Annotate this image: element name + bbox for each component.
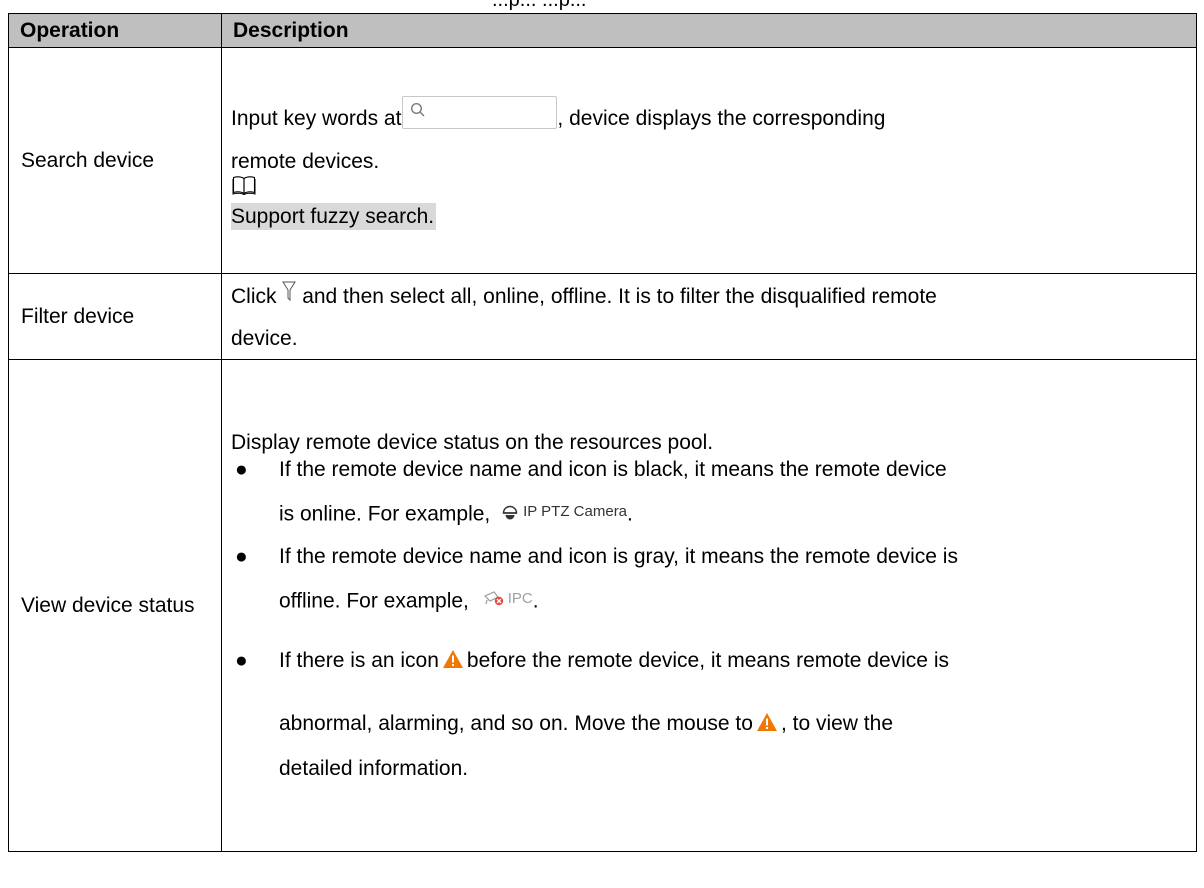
description-cell: Display remote device status on the reso… <box>221 359 1197 852</box>
text-segment: before the remote device, it means remot… <box>466 649 949 672</box>
bullet-dot: ● <box>235 649 248 672</box>
table-row: Search device Input key words at , device… <box>8 47 1197 274</box>
filter-icon <box>282 281 297 302</box>
camera-icon <box>502 505 518 519</box>
list-item-line: If there is an icon before the remote dev… <box>279 629 1184 692</box>
list-item: ● If the remote device name and icon is … <box>231 543 1184 630</box>
list-item-line: If the remote device name and icon is gr… <box>279 544 958 568</box>
text-segment: , device displays the corresponding <box>557 107 886 130</box>
list-item-line: If the remote device name and icon is bl… <box>279 458 947 481</box>
list-item-line: detailed information. <box>279 757 469 780</box>
warning-icon <box>756 713 777 731</box>
operation-cell: View device status <box>8 359 222 852</box>
operations-table: Operation Description Search device Inpu… <box>8 13 1197 852</box>
text-segment: abnormal, alarming, and so on. Move the … <box>279 712 753 735</box>
list-item-line: offline. For example, IPC . <box>279 570 1184 630</box>
text-segment: . <box>627 502 633 526</box>
device-name: IP PTZ Camera <box>523 503 628 520</box>
description-line: device. <box>231 327 298 350</box>
description-line: remote devices. <box>231 150 380 173</box>
search-icon <box>411 102 425 117</box>
text-segment: is online. For example, <box>279 502 491 526</box>
header-description: Description <box>221 13 1197 48</box>
bullet-dot: ● <box>235 544 248 568</box>
bullet-dot: ● <box>235 458 248 481</box>
list-item: ● If there is an icon before the remote d… <box>231 629 1184 782</box>
text-segment: offline. For example, <box>279 589 469 612</box>
table-row: View device status Display remote device… <box>8 359 1197 852</box>
search-box-illustration <box>402 96 558 129</box>
description-line: Input key words at , device displays the … <box>231 91 1184 146</box>
warning-icon <box>442 650 463 668</box>
book-icon <box>232 176 256 195</box>
list-item-line: abnormal, alarming, and so on. Move the … <box>279 692 1184 755</box>
list-item: ● If the remote device name and icon is … <box>231 456 1184 543</box>
description-line: Click and then select all, online, offli… <box>231 274 1184 319</box>
table-row: Filter device Click and then select all,… <box>8 273 1197 360</box>
offline-ipc-icon <box>483 591 503 606</box>
online-device-example: IP PTZ Camera <box>502 483 627 540</box>
text-segment: , to view the <box>780 712 893 735</box>
device-name: IPC <box>507 589 533 607</box>
note-text: Support fuzzy search. <box>231 203 437 230</box>
table-header-row: Operation Description <box>8 13 1197 48</box>
caption-strip: ...p... ...p... <box>0 0 1204 13</box>
description-intro: Display remote device status on the reso… <box>231 431 714 454</box>
text-segment: Input key words at <box>231 107 402 130</box>
header-operation: Operation <box>8 13 222 48</box>
text-segment: If there is an icon <box>279 649 439 672</box>
list-item-line: is online. For example, IP PTZ Camera . <box>279 483 1184 543</box>
operation-cell: Search device <box>8 47 222 274</box>
description-cell: Input key words at , device displays the … <box>221 47 1197 274</box>
table-caption: ...p... ...p... <box>492 0 587 11</box>
operation-cell: Filter device <box>8 273 222 360</box>
text-segment: and then select all, online, offline. It… <box>302 285 937 308</box>
description-cell: Click and then select all, online, offli… <box>221 273 1197 360</box>
text-segment: Click <box>231 285 277 308</box>
offline-device-example: IPC <box>483 570 533 627</box>
text-segment: . <box>532 589 539 612</box>
